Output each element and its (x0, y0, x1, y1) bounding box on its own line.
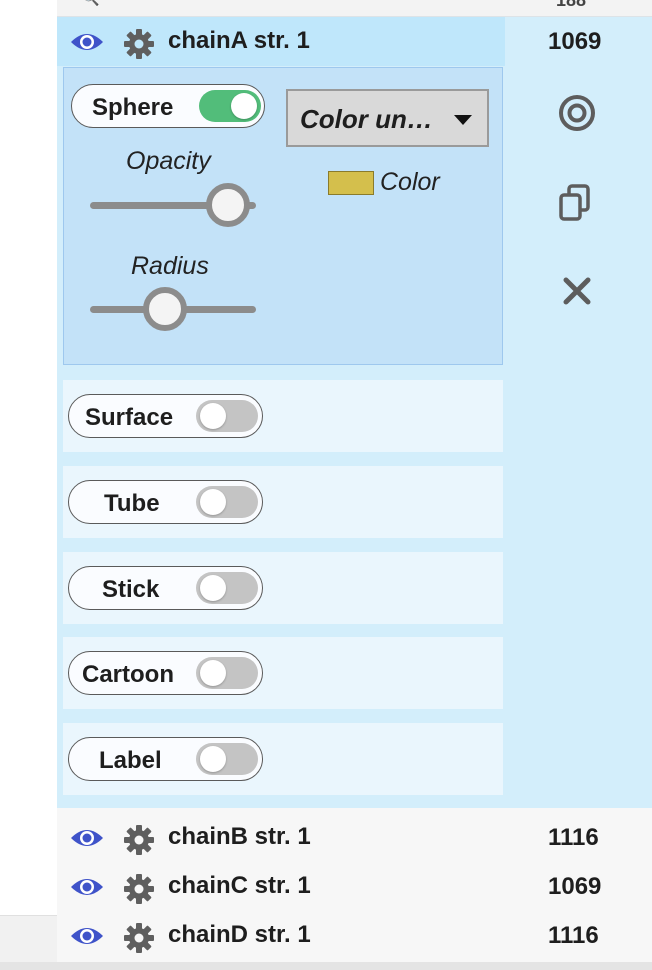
gear-icon[interactable] (123, 922, 155, 959)
cartoon-switch[interactable] (196, 657, 258, 689)
tube-toggle[interactable]: Tube (68, 480, 263, 524)
chain-name: chainC str. 1 (168, 872, 311, 899)
stick-toggle[interactable]: Stick (68, 566, 263, 610)
label-switch[interactable] (196, 743, 258, 775)
surface-toggle[interactable]: Surface (68, 394, 263, 438)
surface-label: Surface (85, 404, 174, 431)
gear-icon[interactable] (123, 873, 155, 910)
gear-icon[interactable] (123, 824, 155, 861)
surface-switch[interactable] (196, 400, 258, 432)
chevron-down-icon (454, 115, 472, 125)
close-icon[interactable] (562, 276, 592, 311)
previous-row-count: 188 (556, 0, 587, 10)
chain-count: 1069 (548, 28, 602, 55)
eye-icon[interactable] (69, 875, 105, 904)
color-scheme-dropdown[interactable]: Color un… (286, 89, 489, 147)
chain-row-chainD[interactable]: chainD str. 1 1116 (57, 911, 652, 959)
bottom-edge (0, 962, 652, 970)
eye-icon[interactable] (69, 826, 105, 855)
cartoon-toggle[interactable]: Cartoon (68, 651, 263, 695)
color-label: Color (380, 168, 440, 196)
chain-count: 1069 (548, 873, 602, 900)
color-scheme-value: Color un… (300, 104, 433, 134)
search-icon: 🔍 (82, 0, 99, 7)
eye-icon[interactable] (69, 30, 105, 59)
opacity-label: Opacity (126, 147, 211, 175)
chain-name: chainA str. 1 (168, 27, 310, 54)
chain-row-chainA[interactable]: chainA str. 1 1069 (57, 17, 652, 65)
sphere-switch[interactable] (199, 90, 261, 122)
color-swatch[interactable] (328, 171, 374, 195)
sphere-label: Sphere (92, 94, 174, 121)
chain-name: chainD str. 1 (168, 921, 311, 948)
copy-icon[interactable] (558, 184, 592, 227)
switch-knob (231, 93, 257, 119)
chain-row-chainC[interactable]: chainC str. 1 1069 (57, 862, 652, 910)
eye-icon[interactable] (69, 924, 105, 953)
switch-knob (200, 575, 226, 601)
stick-label: Stick (102, 576, 160, 603)
target-icon[interactable] (558, 94, 596, 137)
switch-knob (200, 489, 226, 515)
chain-count: 1116 (548, 824, 599, 851)
label-toggle[interactable]: Label (68, 737, 263, 781)
chain-row-chainB[interactable]: chainB str. 1 1116 (57, 813, 652, 861)
chain-count: 1116 (548, 922, 599, 949)
switch-knob (200, 660, 226, 686)
scrollbar-track (0, 915, 57, 963)
tube-switch[interactable] (196, 486, 258, 518)
gear-icon[interactable] (123, 28, 155, 65)
tube-label: Tube (104, 490, 160, 517)
label-label: Label (99, 747, 162, 774)
opacity-slider-knob[interactable] (206, 183, 250, 227)
stick-switch[interactable] (196, 572, 258, 604)
chain-name: chainB str. 1 (168, 823, 311, 850)
sphere-toggle[interactable]: Sphere (71, 84, 265, 128)
radius-label: Radius (131, 252, 209, 280)
radius-slider-knob[interactable] (143, 287, 187, 331)
switch-knob (200, 746, 226, 772)
cartoon-label: Cartoon (82, 661, 174, 688)
switch-knob (200, 403, 226, 429)
